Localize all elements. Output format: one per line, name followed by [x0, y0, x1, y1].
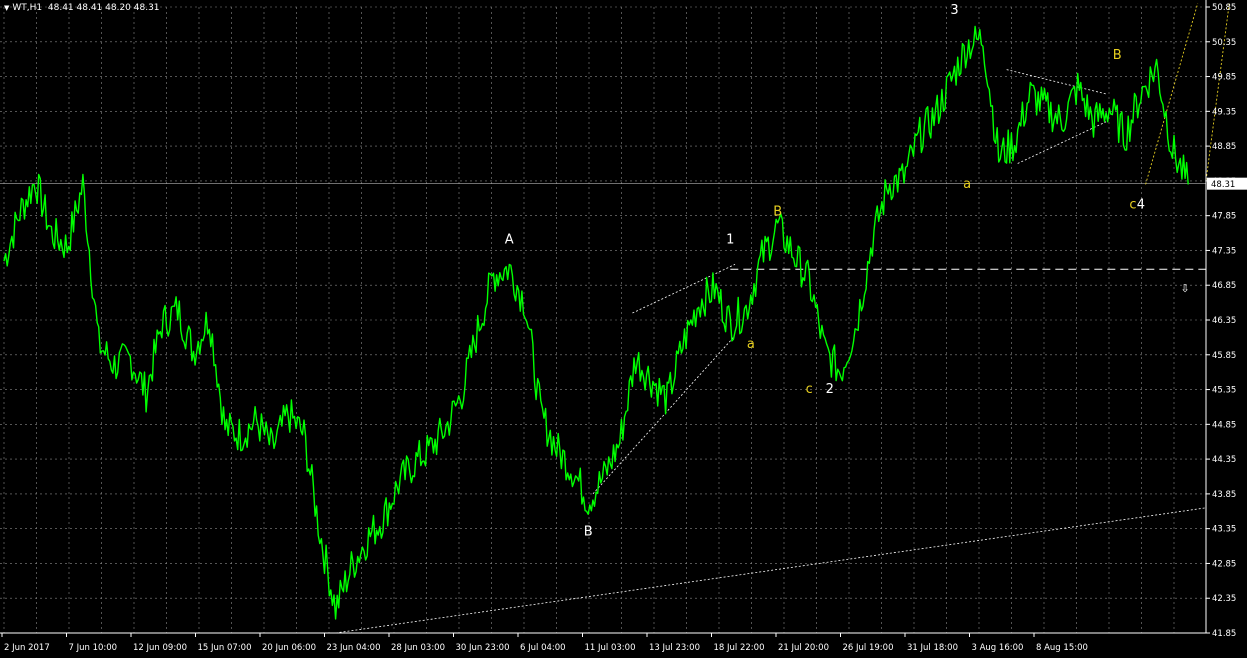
wave-label: 1	[726, 232, 734, 247]
wave-label: c	[806, 382, 813, 397]
wave-label: B	[773, 205, 782, 220]
wave-label: 3	[950, 3, 958, 18]
price-tick-label: 43.35	[1212, 525, 1236, 535]
price-tick-label: 43.85	[1212, 490, 1236, 500]
price-tick-label: 42.35	[1212, 594, 1236, 604]
time-tick-label: 2 Jun 2017	[4, 643, 50, 653]
chart-background	[0, 0, 1247, 658]
time-tick-label: 6 Jul 04:00	[520, 643, 566, 653]
time-tick-label: 3 Aug 16:00	[972, 643, 1024, 653]
price-tick-label: 47.85	[1212, 212, 1236, 222]
symbol-label: WT,H1	[12, 3, 43, 13]
time-tick-label: 13 Jul 23:00	[649, 643, 700, 653]
price-tick-label: 42.85	[1212, 559, 1236, 569]
price-tick-label: 49.35	[1212, 107, 1236, 117]
time-tick-label: 8 Aug 15:00	[1036, 643, 1088, 653]
wave-label: B	[584, 525, 593, 540]
price-tick-label: 46.35	[1212, 316, 1236, 326]
time-tick-label: 31 Jul 18:00	[907, 643, 958, 653]
wave-label: a	[963, 177, 971, 192]
dropdown-arrow-icon[interactable]: ▼	[4, 4, 9, 12]
time-tick-label: 11 Jul 03:00	[585, 643, 636, 653]
wave-label: A	[505, 232, 514, 247]
wave-label: 2	[826, 382, 834, 397]
down-arrow-icon: ⇩	[1180, 282, 1189, 295]
price-tick-label: 48.85	[1212, 142, 1236, 152]
price-tick-label: 45.85	[1212, 351, 1236, 361]
wave-label: 4	[1137, 198, 1145, 213]
wave-label: B	[1113, 48, 1122, 63]
time-tick-label: 18 Jul 22:00	[714, 643, 765, 653]
price-tick-label: 50.35	[1212, 38, 1236, 48]
chart-header: ▼ WT,H1 48.41 48.41 48.20 48.31	[4, 3, 160, 13]
price-tick-label: 50.85	[1212, 3, 1236, 13]
time-tick-label: 21 Jul 20:00	[778, 643, 829, 653]
price-tick-label: 47.35	[1212, 246, 1236, 256]
wave-label: c	[1129, 198, 1136, 213]
price-tick-label: 49.85	[1212, 73, 1236, 83]
wave-label: a	[747, 337, 755, 352]
time-tick-label: 26 Jul 19:00	[843, 643, 894, 653]
price-tick-label: 41.85	[1212, 629, 1236, 639]
price-tick-label: 45.35	[1212, 386, 1236, 396]
time-tick-label: 12 Jun 09:00	[133, 643, 187, 653]
time-tick-label: 28 Jun 03:00	[391, 643, 445, 653]
time-tick-label: 30 Jun 23:00	[456, 643, 510, 653]
time-tick-label: 20 Jun 06:00	[262, 643, 316, 653]
time-tick-label: 23 Jun 04:00	[327, 643, 381, 653]
price-chart[interactable]: ⇩ AB1Bac 23aBc 4 50.8550.3549.8549.3548.85…	[0, 0, 1247, 658]
current-price-tag: 48.31	[1207, 177, 1247, 190]
time-tick-label: 7 Jun 10:00	[69, 643, 118, 653]
current-price-label: 48.31	[1211, 180, 1235, 190]
price-tick-label: 44.85	[1212, 420, 1236, 430]
price-tick-label: 46.85	[1212, 281, 1236, 291]
time-tick-label: 15 Jun 07:00	[198, 643, 252, 653]
ohlc-values: 48.41 48.41 48.20 48.31	[47, 3, 160, 13]
price-tick-label: 44.35	[1212, 455, 1236, 465]
